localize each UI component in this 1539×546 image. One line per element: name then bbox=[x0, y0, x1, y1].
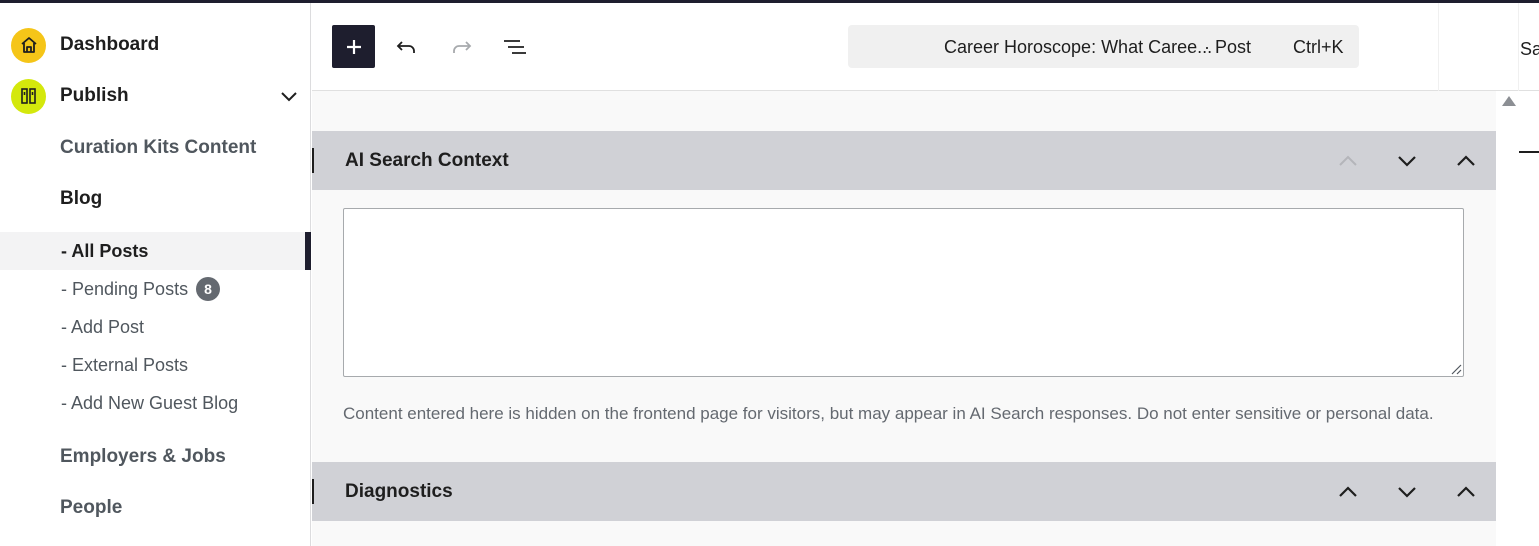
redo-icon bbox=[452, 40, 471, 53]
move-up-button[interactable] bbox=[1335, 148, 1361, 174]
sidebar-item-add-post[interactable]: - Add Post bbox=[0, 308, 311, 346]
sidebar-item-employers-jobs[interactable]: Employers & Jobs bbox=[60, 446, 226, 468]
divider bbox=[1438, 3, 1439, 91]
document-overview-button[interactable] bbox=[493, 25, 536, 68]
settings-sidebar-edge bbox=[1519, 91, 1539, 546]
sidebar-item-external-posts[interactable]: - External Posts bbox=[0, 346, 311, 384]
count-badge: 8 bbox=[196, 277, 221, 301]
move-down-button[interactable] bbox=[1394, 479, 1420, 505]
undo-button[interactable] bbox=[385, 25, 428, 68]
sidebar-item-dashboard[interactable]: Dashboard bbox=[0, 23, 311, 67]
scrollbar[interactable] bbox=[1496, 91, 1519, 546]
toggle-panel-button[interactable] bbox=[1453, 479, 1479, 505]
focus-marker bbox=[312, 479, 314, 504]
move-down-button[interactable] bbox=[1394, 148, 1420, 174]
redo-button[interactable] bbox=[439, 25, 482, 68]
editor-toolbar: Career Horoscope: What Caree... · Post C… bbox=[312, 3, 1539, 91]
sidebar-item-label: - External Posts bbox=[61, 354, 189, 375]
sidebar-item-label: Publish bbox=[60, 85, 129, 106]
chevron-down-icon bbox=[1398, 487, 1416, 498]
save-button[interactable]: Sa bbox=[1520, 39, 1539, 60]
panel-title: AI Search Context bbox=[345, 150, 509, 171]
scroll-up-arrow-icon[interactable] bbox=[1502, 96, 1516, 106]
panel-header-ai-search-context[interactable]: AI Search Context bbox=[312, 131, 1496, 190]
admin-sidebar: Dashboard Publish Curation Kits Content … bbox=[0, 3, 311, 546]
help-text: Content entered here is hidden on the fr… bbox=[343, 404, 1434, 423]
document-overview-icon bbox=[503, 39, 526, 54]
sidebar-item-label: - Pending Posts bbox=[61, 278, 189, 299]
sidebar-item-blog[interactable]: Blog bbox=[60, 188, 102, 210]
undo-icon bbox=[396, 40, 415, 53]
caret-up-icon bbox=[1457, 486, 1475, 497]
toggle-panel-button[interactable] bbox=[1453, 148, 1479, 174]
chevron-down-icon bbox=[1398, 156, 1416, 167]
panel-header-diagnostics[interactable]: Diagnostics bbox=[312, 462, 1496, 521]
chevron-down-icon[interactable] bbox=[278, 85, 300, 107]
resize-handle-icon[interactable] bbox=[1449, 362, 1462, 375]
chevron-up-icon bbox=[1339, 486, 1357, 497]
sidebar-item-all-posts[interactable]: - All Posts bbox=[0, 232, 311, 270]
sidebar-item-publish[interactable]: Publish bbox=[0, 74, 311, 118]
post-type: · Post bbox=[1204, 37, 1252, 57]
sidebar-item-add-new-guest-blog[interactable]: - Add New Guest Blog bbox=[0, 384, 311, 422]
command-palette-bar[interactable]: Career Horoscope: What Caree... · Post C… bbox=[848, 25, 1359, 68]
move-up-button[interactable] bbox=[1335, 479, 1361, 505]
sidebar-item-label: - Add Post bbox=[61, 316, 145, 337]
publish-icon bbox=[11, 78, 46, 114]
caret-up-icon bbox=[1457, 155, 1475, 166]
add-block-button[interactable] bbox=[332, 25, 375, 68]
focus-marker bbox=[312, 148, 314, 173]
sidebar-item-curation-kits-content[interactable]: Curation Kits Content bbox=[60, 137, 256, 159]
home-icon bbox=[11, 27, 46, 63]
post-title: Career Horoscope: What Caree... bbox=[944, 37, 1213, 57]
sidebar-item-label: - All Posts bbox=[61, 240, 149, 261]
panel-title: Diagnostics bbox=[345, 481, 453, 502]
ai-search-context-textarea[interactable] bbox=[343, 208, 1464, 377]
sidebar-item-pending-posts[interactable]: - Pending Posts 8 bbox=[0, 270, 311, 308]
sidebar-item-label: Dashboard bbox=[60, 34, 160, 55]
tab-indicator bbox=[1519, 151, 1539, 153]
sidebar-item-people[interactable]: People bbox=[60, 497, 122, 519]
plus-icon bbox=[346, 39, 361, 54]
keyboard-shortcut: Ctrl+K bbox=[1293, 37, 1344, 57]
sidebar-item-label: - Add New Guest Blog bbox=[61, 392, 239, 413]
chevron-up-icon bbox=[1339, 155, 1357, 166]
divider bbox=[1518, 3, 1519, 91]
